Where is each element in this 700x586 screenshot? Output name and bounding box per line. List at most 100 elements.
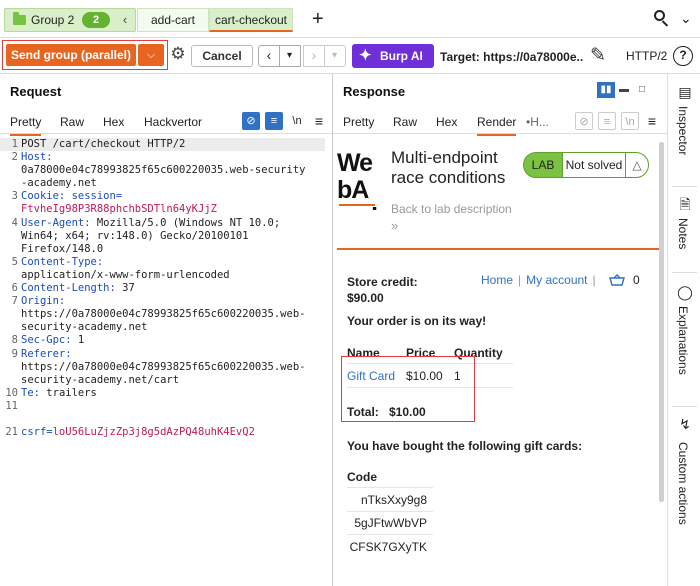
tab-response-hex[interactable]: Hex <box>436 115 457 129</box>
rail-custom-actions-label: Custom actions <box>676 442 690 525</box>
code-text: POST /cart/checkout HTTP/2 <box>21 138 186 150</box>
new-tab-plus-icon[interactable]: + <box>312 8 324 30</box>
tab-request-pretty[interactable]: Pretty <box>10 115 42 136</box>
nav-my-account-link[interactable]: My account <box>526 273 587 287</box>
tab-request-raw[interactable]: Raw <box>60 115 84 129</box>
back-history-chevron-down-icon[interactable]: ▾ <box>279 45 301 67</box>
http-version-label[interactable]: HTTP/2 <box>626 49 667 63</box>
collapse-group-chevron-icon[interactable]: ‹ <box>118 11 132 29</box>
line-number: 1 <box>11 138 18 150</box>
logo-underline <box>339 204 375 206</box>
cart-basket-icon[interactable] <box>609 274 625 286</box>
code-text: trailers <box>46 386 97 399</box>
tab-request-hackvertor[interactable]: Hackvertor <box>144 115 202 129</box>
forward-history-chevron-down-icon[interactable]: ▾ <box>324 45 346 67</box>
help-icon[interactable]: ? <box>673 46 693 66</box>
notes-icon: 🗎 <box>679 196 691 212</box>
back-chevron-left-icon[interactable]: ‹ <box>258 45 280 67</box>
line-number: 10 <box>5 386 18 399</box>
line-number: 7 <box>11 295 18 308</box>
double-chevron-icon: » <box>391 218 399 233</box>
response-menu-icon[interactable]: ≡ <box>643 112 661 130</box>
response-view-tabs: Pretty Raw Hex Render •H... ⊘ ≡ \n ≡ <box>333 110 667 136</box>
code-text: security-academy.net <box>21 321 148 334</box>
search-icon[interactable] <box>653 9 671 27</box>
code-text: Origin: <box>21 295 65 307</box>
back-to-lab-link[interactable]: Back to lab description <box>391 202 512 216</box>
hide-nonprintable-eye-icon[interactable]: ⊘ <box>242 112 260 130</box>
rail-separator <box>672 272 697 273</box>
code-val: loU56LuZjzZp3j8g5dAzPQ48uhK4EvQ2 <box>52 426 255 439</box>
layout-side-by-side-icon[interactable]: ▮▮ <box>597 82 615 98</box>
send-group-button[interactable]: Send group (parallel) <box>6 44 136 66</box>
response-scrollbar[interactable] <box>659 142 664 502</box>
code-text: application/x-www-form-urlencoded <box>21 268 230 281</box>
code-key: Content-Type: <box>21 255 104 268</box>
tab-response-render[interactable]: Render <box>477 115 517 136</box>
code-line: Firefox/148.0 <box>0 243 330 256</box>
code-text: https://0a78000e04c78993825f65c600220035… <box>21 308 306 321</box>
code-text: Content-Length: 37 <box>21 282 135 294</box>
code-text: https://0a78000e04c78993825f65c600220035… <box>21 360 306 373</box>
request-title: Request <box>10 84 62 99</box>
hide-nonprintable-eye-icon[interactable]: ⊘ <box>575 112 593 130</box>
group-count-badge: 2 <box>82 12 110 28</box>
folder-icon <box>13 12 26 25</box>
tab-add-cart[interactable]: add-cart <box>137 8 209 32</box>
store-credit-label: Store credit: <box>347 275 418 289</box>
group-tab[interactable]: Group 2 2 ‹ <box>4 8 136 32</box>
tab-response-raw[interactable]: Raw <box>393 115 417 129</box>
cancel-button[interactable]: Cancel <box>191 45 253 67</box>
word-wrap-icon[interactable]: ≡ <box>265 112 283 130</box>
bought-message: You have bought the following gift cards… <box>347 439 583 453</box>
code-text: Mozilla/5.0 (Windows NT 10.0; <box>96 216 281 229</box>
forward-chevron-right-icon[interactable]: › <box>303 45 325 67</box>
tab-strip: Group 2 2 ‹ add-cart cart-checkout + ⌄ <box>0 0 700 38</box>
rail-explanations-label: Explanations <box>676 306 690 375</box>
gear-icon[interactable]: ⚙ <box>169 45 187 63</box>
order-highlight-box <box>341 356 475 422</box>
layout-single-icon[interactable]: □ <box>633 82 651 98</box>
gift-code: CFSK7GXyTK <box>349 540 427 554</box>
line-number: 3 <box>11 190 18 203</box>
request-editor[interactable]: 1 POST /cart/checkout HTTP/2 2 Host: 0a78000… <box>0 138 330 439</box>
nav-separator: | <box>518 273 522 287</box>
show-newlines-icon[interactable]: \n <box>288 112 306 130</box>
tab-response-more[interactable]: •H... <box>526 115 549 129</box>
send-options-chevron-down-icon[interactable]: ⌵ <box>138 44 164 66</box>
lab-status-text: Not solved <box>563 152 625 178</box>
tab-request-hex[interactable]: Hex <box>103 115 124 129</box>
gift-code: 5gJFtwWbVP <box>354 516 427 530</box>
code-text: POST /cart/checkout HTTP/2 <box>21 138 185 150</box>
code-line: 9 Referer: <box>0 348 330 361</box>
nav-home-link[interactable]: Home <box>481 273 513 287</box>
logo-text: WebAcademy <box>337 150 378 210</box>
flask-icon: △ <box>625 152 649 178</box>
gift-code: nTksXxy9g8 <box>360 493 427 507</box>
tab-cart-checkout[interactable]: cart-checkout <box>209 8 293 32</box>
code-text: Win64; x64; rv:148.0) Gecko/20100101 <box>21 230 249 242</box>
show-newlines-icon[interactable]: \n <box>621 112 639 130</box>
word-wrap-icon[interactable]: ≡ <box>598 112 616 130</box>
response-title: Response <box>343 84 406 99</box>
code-text: -academy.net <box>21 177 97 190</box>
burp-ai-button[interactable]: ✦ Burp AI <box>352 44 434 68</box>
rail-separator <box>672 406 697 407</box>
code-line: https://0a78000e04c78993825f65c600220035… <box>0 308 330 321</box>
request-menu-icon[interactable]: ≡ <box>310 112 328 130</box>
layout-stacked-icon[interactable]: ▬ <box>615 82 633 98</box>
code-key: Content-Length: <box>21 282 123 295</box>
tabs-menu-chevron-down-icon[interactable]: ⌄ <box>680 10 692 27</box>
request-view-tabs: Pretty Raw Hex Hackvertor ⊘ ≡ \n ≡ <box>0 110 332 136</box>
tab-response-pretty[interactable]: Pretty <box>343 115 374 129</box>
line-number: 5 <box>11 255 18 268</box>
line-number: 6 <box>11 282 18 295</box>
lab-status-widget: LAB Not solved △ <box>523 152 659 178</box>
rail-notes-label: Notes <box>676 218 690 250</box>
store-credit: Store credit: $90.00 <box>347 274 418 306</box>
side-rail: ▤ Inspector 🗎 Notes ◯ Explanations ↯ Cus… <box>667 74 700 586</box>
code-line: Win64; x64; rv:148.0) Gecko/20100101 <box>0 230 330 243</box>
group-name: Group 2 <box>31 13 75 27</box>
edit-target-pencil-icon[interactable]: ✎ <box>590 44 606 67</box>
